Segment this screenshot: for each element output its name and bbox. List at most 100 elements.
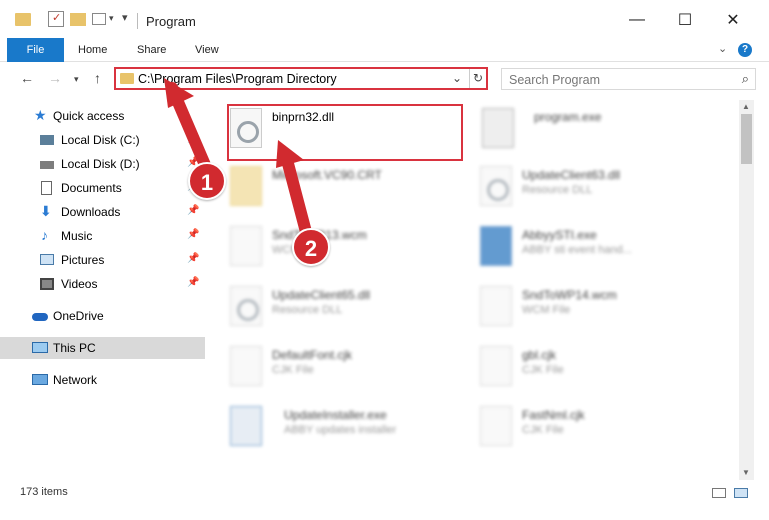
drive-icon: [40, 161, 54, 169]
sidebar-item-downloads[interactable]: ⬇ Downloads 📌: [0, 201, 205, 223]
file-item-program-exe[interactable]: program.exe: [482, 108, 712, 156]
sidebar-item-videos[interactable]: Videos 📌: [0, 273, 205, 295]
close-button[interactable]: ✕: [710, 6, 756, 34]
file-item-vc90-crt[interactable]: Microsoft.VC90.CRT: [230, 166, 460, 214]
exe-file-icon: [482, 108, 514, 148]
file-type: CJK File: [522, 424, 564, 436]
new-folder-icon[interactable]: [70, 13, 86, 26]
up-arrow-icon[interactable]: ↑: [94, 70, 101, 86]
file-item-updateclient63-dll[interactable]: UpdateClient63.dll Resource DLL: [480, 166, 710, 214]
generic-file-icon: [480, 406, 512, 446]
large-icons-view-icon[interactable]: [734, 488, 748, 498]
sidebar-item-pictures[interactable]: Pictures 📌: [0, 249, 205, 271]
sidebar-item-label: Local Disk (C:): [61, 133, 140, 147]
file-type: ABBY sti event hand...: [522, 244, 632, 256]
file-name: AbbyySTI.exe: [522, 228, 597, 242]
file-item-sndtowp14-wcm[interactable]: SndToWP14.wcm WCM File: [480, 286, 710, 334]
sidebar-item-label: Local Disk (D:): [61, 157, 140, 171]
search-icon: ⌕: [741, 71, 749, 86]
sidebar-item-label: Downloads: [61, 205, 121, 219]
refresh-icon[interactable]: ↻: [469, 69, 486, 88]
file-type: CJK File: [522, 364, 564, 376]
sidebar-item-label: Quick access: [53, 109, 125, 123]
cloud-icon: [32, 313, 48, 321]
pin-icon[interactable]: 📌: [187, 277, 199, 288]
sidebar-item-local-disk-c[interactable]: Local Disk (C:) 📌: [0, 129, 205, 151]
window-title: Program: [146, 14, 196, 29]
forward-arrow-icon[interactable]: →: [48, 70, 62, 86]
recent-locations-chevron-icon[interactable]: ▾: [74, 74, 79, 85]
file-type: ABBY updates installer: [284, 424, 397, 436]
folder-icon: [230, 166, 262, 206]
address-path[interactable]: C:\Program Files\Program Directory: [138, 72, 337, 86]
quick-access-toolbar-dropdown-icon[interactable]: ▾: [122, 11, 128, 24]
pin-icon[interactable]: 📌: [187, 253, 199, 264]
vertical-scrollbar[interactable]: ▲ ▼: [739, 100, 754, 480]
properties-icon[interactable]: ✓: [48, 11, 64, 27]
ribbon-tabs: File Home Share View ⌄: [0, 38, 769, 62]
file-item-updateclient65-dll[interactable]: UpdateClient65.dll Resource DLL: [230, 286, 460, 334]
pc-icon: [32, 342, 48, 353]
generic-file-icon: [230, 226, 262, 266]
pictures-icon: [40, 254, 54, 265]
file-item-gbl-cjk[interactable]: gbl.cjk CJK File: [480, 346, 710, 394]
scrollbar-thumb[interactable]: [741, 114, 752, 164]
file-name: UpdateInstaller.exe: [284, 408, 387, 422]
exe-file-icon: [480, 226, 512, 266]
tab-home[interactable]: Home: [78, 38, 107, 62]
tab-share[interactable]: Share: [137, 38, 166, 62]
address-bar[interactable]: C:\Program Files\Program Directory ⌄ ↻: [114, 67, 488, 90]
step-badge-1: 1: [188, 162, 226, 200]
folder-icon: [15, 13, 31, 26]
generic-file-icon: [230, 346, 262, 386]
file-item-abbyysti-exe[interactable]: AbbyySTI.exe ABBY sti event hand...: [480, 226, 710, 274]
file-item-fastnml-cjk[interactable]: FastNml.cjk CJK File: [480, 406, 710, 454]
sidebar-item-onedrive[interactable]: OneDrive: [0, 305, 205, 327]
generic-file-icon: [480, 286, 512, 326]
maximize-button[interactable]: ☐: [662, 6, 708, 34]
customize-chevron-icon[interactable]: ▾: [109, 13, 114, 24]
sidebar-item-this-pc[interactable]: This PC: [0, 337, 205, 359]
file-name: DefaultFont.cjk: [272, 348, 353, 362]
expand-ribbon-chevron-icon[interactable]: ⌄: [718, 42, 727, 55]
file-name: FastNml.cjk: [522, 408, 585, 422]
file-item-defaultfont-cjk[interactable]: DefaultFont.cjk CJK File: [230, 346, 460, 394]
sidebar-item-documents[interactable]: Documents 📌: [0, 177, 205, 199]
sidebar-item-label: Pictures: [61, 253, 105, 267]
search-input[interactable]: Search Program ⌕: [501, 68, 756, 90]
file-name: UpdateClient63.dll: [522, 168, 621, 182]
file-item-sndtowp13-wcm[interactable]: SndToWP13.wcm WCM File: [230, 226, 460, 274]
folder-icon: [120, 73, 134, 84]
item-count: 173 items: [20, 486, 68, 498]
file-name: SndToWP14.wcm: [522, 288, 617, 302]
scroll-up-arrow-icon[interactable]: ▲: [742, 102, 750, 111]
minimize-button[interactable]: —: [614, 6, 660, 34]
help-icon[interactable]: ?: [738, 43, 752, 57]
navigation-pane: ★ Quick access Local Disk (C:) 📌 Local D…: [0, 100, 205, 480]
pin-icon[interactable]: 📌: [187, 229, 199, 240]
back-arrow-icon[interactable]: ←: [20, 70, 34, 86]
tab-file[interactable]: File: [7, 38, 64, 62]
pin-icon[interactable]: 📌: [187, 205, 199, 216]
download-icon: ⬇: [40, 203, 52, 219]
details-view-icon[interactable]: [712, 488, 726, 498]
sidebar-item-label: Network: [53, 373, 98, 387]
search-placeholder: Search Program: [509, 73, 601, 87]
address-dropdown-chevron-icon[interactable]: ⌄: [452, 71, 462, 85]
scroll-down-arrow-icon[interactable]: ▼: [742, 468, 750, 477]
generic-file-icon: [480, 346, 512, 386]
dll-file-icon: [230, 286, 262, 326]
sidebar-item-network[interactable]: Network: [0, 369, 205, 391]
step-badge-2: 2: [292, 228, 330, 266]
sidebar-item-quick-access[interactable]: ★ Quick access: [0, 105, 205, 127]
sidebar-item-music[interactable]: ♪ Music 📌: [0, 225, 205, 247]
star-icon: ★: [34, 107, 47, 123]
sidebar-item-label: Videos: [61, 277, 98, 291]
sidebar-item-local-disk-d[interactable]: Local Disk (D:) 📌: [0, 153, 205, 175]
file-type: Resource DLL: [522, 184, 593, 196]
file-item-updateinstaller-exe[interactable]: UpdateInstaller.exe ABBY updates install…: [230, 406, 460, 454]
drive-icon: [40, 135, 54, 145]
tab-view[interactable]: View: [195, 38, 219, 62]
pin-icon[interactable]: 📌: [187, 133, 199, 144]
view-options-icon[interactable]: [92, 13, 106, 25]
